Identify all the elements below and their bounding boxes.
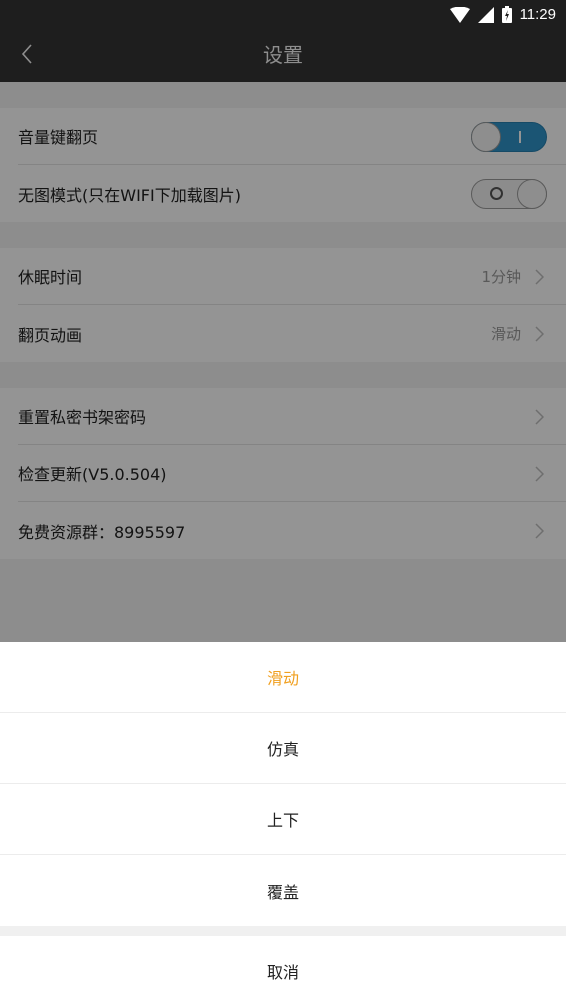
page-turn-animation-sheet: 滑动 仿真 上下 覆盖 取消 <box>0 642 566 1006</box>
modal-backdrop[interactable] <box>0 82 566 642</box>
sheet-option-slide[interactable]: 滑动 <box>0 642 566 713</box>
status-icons: 11:29 <box>449 0 556 29</box>
battery-charging-icon <box>501 6 512 23</box>
wifi-icon <box>449 6 470 23</box>
status-time: 11:29 <box>519 6 556 23</box>
sheet-option-cover[interactable]: 覆盖 <box>0 855 566 926</box>
cancel-button[interactable]: 取消 <box>0 936 566 1006</box>
chevron-left-icon <box>20 43 34 69</box>
title-bar: 设置 <box>0 29 566 82</box>
page-title: 设置 <box>263 43 303 67</box>
settings-screen: 11:29 设置 音量键翻页 无图模式(只在WIFI下加载图片) 休眠时间 1分… <box>0 0 566 1006</box>
status-bar: 11:29 <box>0 0 566 29</box>
sheet-option-simulation[interactable]: 仿真 <box>0 713 566 784</box>
sheet-options: 滑动 仿真 上下 覆盖 <box>0 642 566 926</box>
cellular-signal-icon <box>477 6 494 23</box>
sheet-option-vertical[interactable]: 上下 <box>0 784 566 855</box>
back-button[interactable] <box>10 39 44 73</box>
